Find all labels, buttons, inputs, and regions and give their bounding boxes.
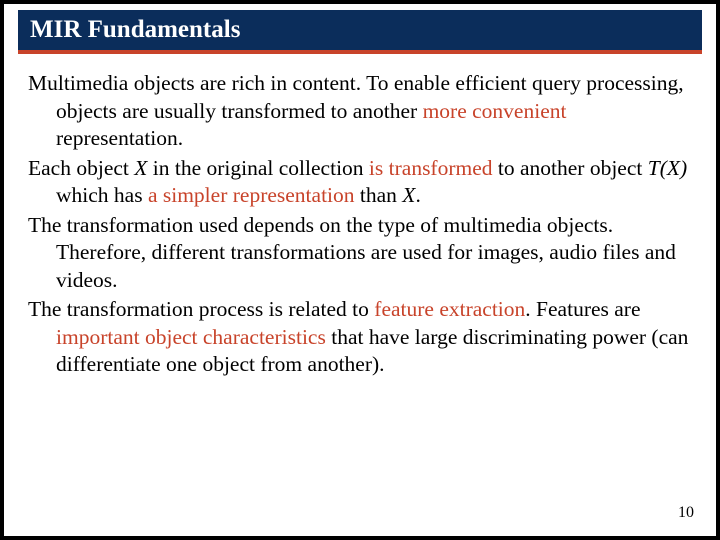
slide: MIR Fundamentals Multimedia objects are … [4, 4, 716, 536]
text: representation. [56, 126, 183, 150]
italic-text: T(X) [648, 156, 687, 180]
text: than [355, 183, 403, 207]
text: . Features are [525, 297, 640, 321]
text: Multimedia objects are rich in content. … [28, 71, 684, 123]
highlight-text: is transformed [369, 156, 493, 180]
text: to another object [493, 156, 648, 180]
italic-text: X [134, 156, 147, 180]
slide-title: MIR Fundamentals [18, 10, 702, 54]
text: in the original collection [147, 156, 369, 180]
paragraph-4: The transformation process is related to… [28, 296, 692, 379]
text: The transformation process is related to [28, 297, 374, 321]
highlight-text: more convenient [423, 99, 567, 123]
highlight-text: feature extraction [374, 297, 525, 321]
highlight-text: important object characteristics [56, 325, 326, 349]
title-wrap: MIR Fundamentals [4, 4, 716, 54]
paragraph-2: Each object X in the original collection… [28, 155, 692, 210]
text: . [415, 183, 420, 207]
highlight-text: a simpler representation [148, 183, 355, 207]
italic-text: X [402, 183, 415, 207]
slide-body: Multimedia objects are rich in content. … [4, 54, 716, 379]
text: which has [56, 183, 148, 207]
paragraph-3: The transformation used depends on the t… [28, 212, 692, 295]
page-number: 10 [678, 504, 694, 522]
paragraph-1: Multimedia objects are rich in content. … [28, 70, 692, 153]
text: Each object [28, 156, 134, 180]
